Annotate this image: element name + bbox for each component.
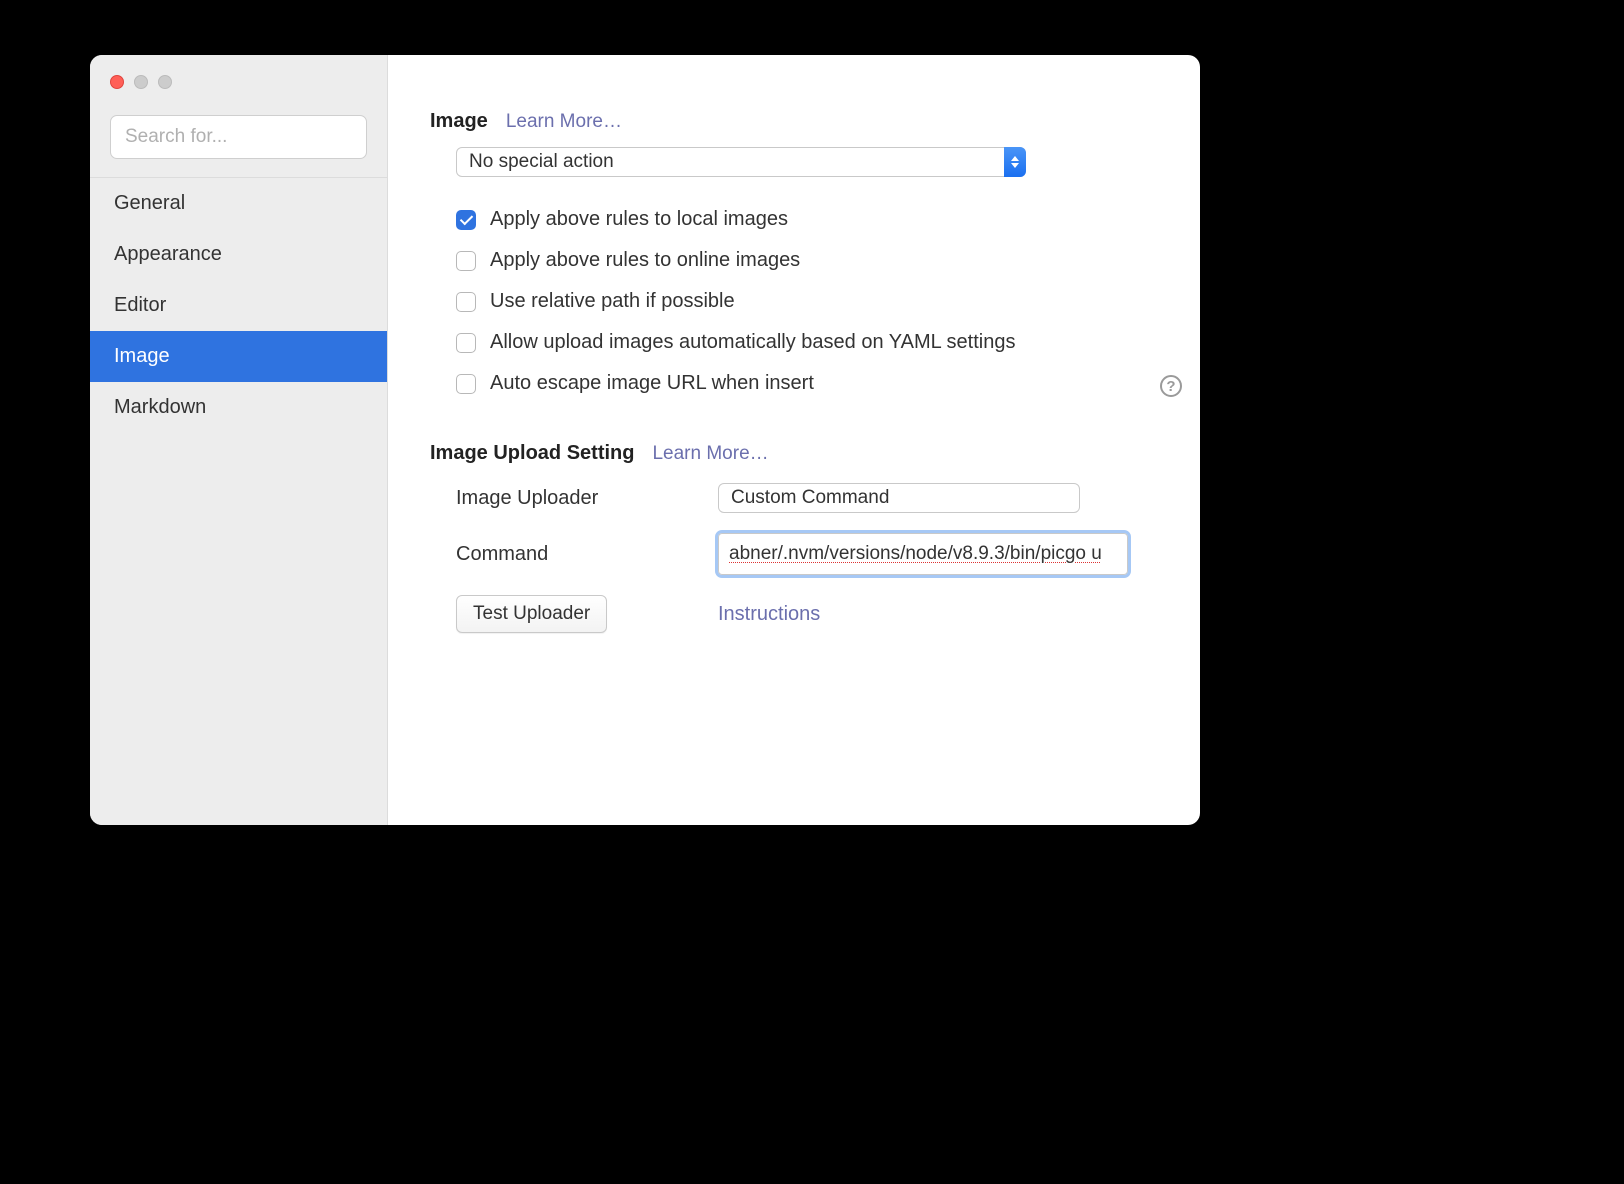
uploader-select[interactable]: Custom Command bbox=[718, 483, 1080, 513]
check-row-local-images[interactable]: Apply above rules to local images bbox=[456, 199, 1160, 240]
check-row-relative-path[interactable]: Use relative path if possible bbox=[456, 281, 1160, 322]
test-uploader-button[interactable]: Test Uploader bbox=[456, 595, 607, 633]
sidebar: General Appearance Editor Image Markdown bbox=[90, 55, 388, 825]
uploader-value: Custom Command bbox=[731, 487, 889, 509]
image-action-select[interactable]: No special action bbox=[456, 147, 1026, 177]
image-action-row: No special action bbox=[456, 147, 1160, 177]
updown-icon bbox=[1004, 147, 1026, 177]
image-checkbox-list: Apply above rules to local images Apply … bbox=[456, 199, 1160, 404]
check-label: Auto escape image URL when insert bbox=[490, 372, 814, 395]
sidebar-item-appearance[interactable]: Appearance bbox=[90, 229, 387, 280]
check-row-online-images[interactable]: Apply above rules to online images bbox=[456, 240, 1160, 281]
check-row-escape-url[interactable]: Auto escape image URL when insert bbox=[456, 363, 1160, 404]
content-pane: Image Learn More… No special action Appl… bbox=[388, 55, 1200, 825]
sidebar-nav: General Appearance Editor Image Markdown bbox=[90, 177, 387, 433]
checkbox-auto-upload[interactable] bbox=[456, 333, 476, 353]
image-section-head: Image Learn More… bbox=[430, 110, 1160, 133]
maximize-icon[interactable] bbox=[158, 75, 172, 89]
sidebar-item-general[interactable]: General bbox=[90, 178, 387, 229]
upload-section: Image Upload Setting Learn More… Image U… bbox=[430, 442, 1160, 633]
check-label: Use relative path if possible bbox=[490, 290, 735, 313]
command-label: Command bbox=[456, 543, 718, 566]
minimize-icon[interactable] bbox=[134, 75, 148, 89]
upload-learn-more-link[interactable]: Learn More… bbox=[652, 443, 768, 465]
image-action-value: No special action bbox=[469, 151, 614, 173]
uploader-label: Image Uploader bbox=[456, 487, 718, 510]
upload-form: Image Uploader Custom Command Command Te… bbox=[456, 483, 1160, 633]
command-input[interactable] bbox=[718, 533, 1128, 575]
check-label: Apply above rules to online images bbox=[490, 249, 800, 272]
check-row-auto-upload[interactable]: Allow upload images automatically based … bbox=[456, 322, 1160, 363]
sidebar-item-markdown[interactable]: Markdown bbox=[90, 382, 387, 433]
check-label: Allow upload images automatically based … bbox=[490, 331, 1015, 354]
sidebar-item-editor[interactable]: Editor bbox=[90, 280, 387, 331]
checkbox-escape-url[interactable] bbox=[456, 374, 476, 394]
upload-section-title: Image Upload Setting bbox=[430, 442, 634, 465]
image-learn-more-link[interactable]: Learn More… bbox=[506, 111, 622, 133]
sidebar-item-image[interactable]: Image bbox=[90, 331, 387, 382]
search-input[interactable] bbox=[110, 115, 367, 159]
check-label: Apply above rules to local images bbox=[490, 208, 788, 231]
preferences-window: General Appearance Editor Image Markdown… bbox=[90, 55, 1200, 825]
checkbox-relative-path[interactable] bbox=[456, 292, 476, 312]
help-icon[interactable]: ? bbox=[1160, 375, 1182, 397]
upload-section-head: Image Upload Setting Learn More… bbox=[430, 442, 1160, 465]
close-icon[interactable] bbox=[110, 75, 124, 89]
checkbox-online-images[interactable] bbox=[456, 251, 476, 271]
search-wrap bbox=[90, 109, 387, 177]
instructions-link[interactable]: Instructions bbox=[718, 603, 820, 625]
updown-icon bbox=[889, 492, 897, 504]
checkbox-local-images[interactable] bbox=[456, 210, 476, 230]
window-titlebar bbox=[90, 55, 387, 109]
image-section-title: Image bbox=[430, 110, 488, 133]
